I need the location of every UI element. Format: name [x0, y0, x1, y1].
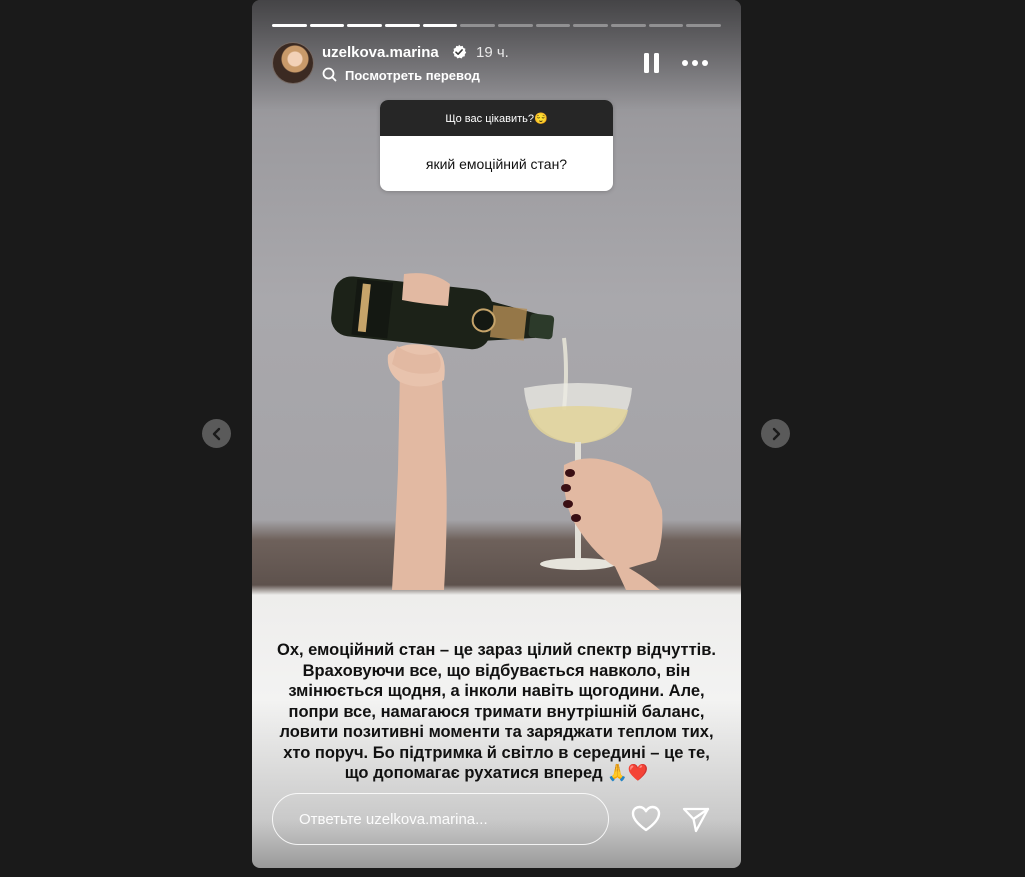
- story-caption: Ох, емоційний стан – це зараз цілий спек…: [277, 641, 716, 782]
- progress-segment: [272, 24, 307, 27]
- progress-segment: [611, 24, 646, 27]
- more-options-icon[interactable]: [680, 52, 710, 74]
- avatar[interactable]: [272, 42, 314, 84]
- story-photo: [331, 273, 663, 590]
- question-sticker: Що вас цікавить?😌 який емоційний стан?: [380, 100, 613, 191]
- progress-segment: [385, 24, 420, 27]
- chevron-right-icon: [772, 427, 780, 440]
- translate-icon: [322, 67, 337, 82]
- previous-story-button[interactable]: [202, 419, 231, 448]
- progress-segment: [498, 24, 533, 27]
- post-time: 19 ч.: [476, 44, 509, 61]
- question-sticker-prompt: Що вас цікавить?😌: [380, 100, 613, 136]
- progress-segment: [309, 24, 345, 27]
- progress-segment: [573, 24, 609, 27]
- story-viewer[interactable]: uzelkova.marina 19 ч. Посмотреть перевод…: [252, 0, 741, 868]
- pause-icon[interactable]: [641, 51, 663, 75]
- heart-icon[interactable]: [630, 803, 662, 835]
- next-story-button[interactable]: [761, 419, 790, 448]
- progress-segment: [686, 24, 722, 27]
- username[interactable]: uzelkova.marina: [322, 44, 439, 61]
- progress-segment: [422, 24, 458, 27]
- progress-segment: [347, 24, 383, 27]
- see-translation-link[interactable]: Посмотреть перевод: [345, 68, 480, 83]
- send-icon[interactable]: [681, 805, 711, 835]
- verified-badge-icon: [452, 44, 467, 59]
- progress-segment: [460, 24, 496, 27]
- progress-segment: [535, 24, 571, 27]
- progress-segment: [648, 24, 684, 27]
- question-sticker-answer: який емоційний стан?: [425, 155, 568, 172]
- reply-placeholder: Ответьте uzelkova.marina...: [299, 810, 488, 828]
- reply-input[interactable]: Ответьте uzelkova.marina...: [272, 793, 609, 845]
- chevron-left-icon: [212, 427, 220, 440]
- story-progress-bar: [272, 24, 722, 27]
